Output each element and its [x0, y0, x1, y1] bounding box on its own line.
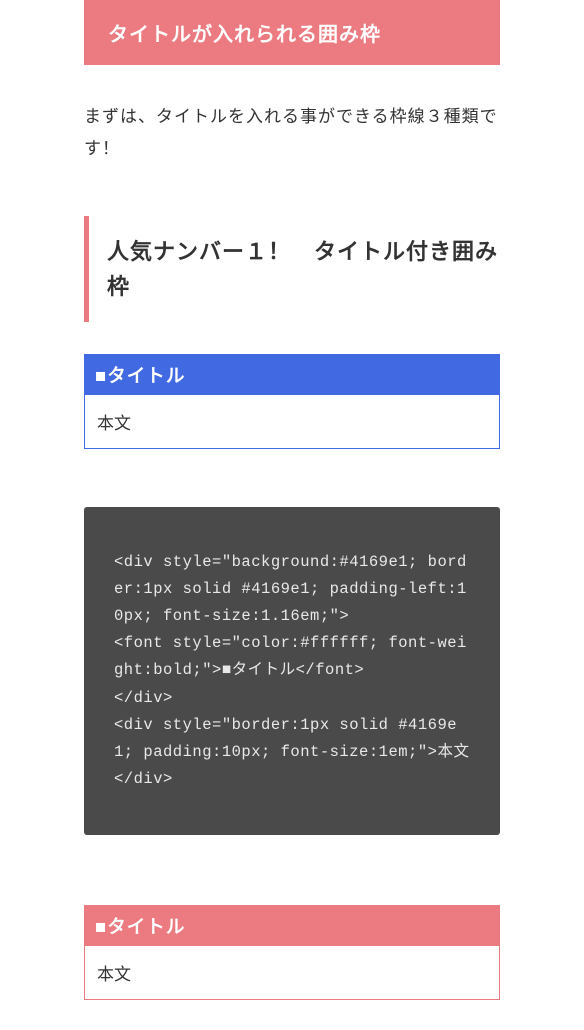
intro-paragraph: まずは、タイトルを入れる事ができる枠線３種類です！	[84, 101, 500, 166]
box-pink-body: 本文	[84, 946, 500, 1000]
subtitle-text: 人気ナンバー１！ タイトル付き囲み枠	[107, 234, 500, 304]
example-box-blue: ■タイトル 本文	[84, 354, 500, 449]
section-header-title: タイトルが入れられる囲み枠	[108, 24, 381, 46]
section-header: タイトルが入れられる囲み枠	[84, 0, 500, 65]
example-box-pink: ■タイトル 本文	[84, 905, 500, 1000]
subtitle-block: 人気ナンバー１！ タイトル付き囲み枠	[84, 216, 500, 322]
box-blue-title: ■タイトル	[84, 354, 500, 395]
box-pink-title: ■タイトル	[84, 905, 500, 946]
box-blue-body: 本文	[84, 395, 500, 449]
page-container: タイトルが入れられる囲み枠 まずは、タイトルを入れる事ができる枠線３種類です！ …	[0, 0, 584, 1030]
code-snippet[interactable]: <div style="background:#4169e1; border:1…	[84, 507, 500, 835]
